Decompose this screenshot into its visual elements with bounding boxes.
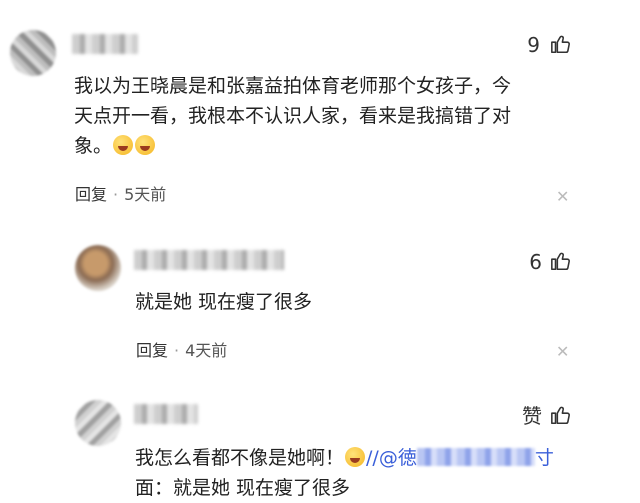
avatar[interactable] [75, 400, 121, 446]
reply-button[interactable]: 回复 [136, 341, 168, 360]
grinning-squinting-face-icon [135, 135, 156, 155]
comment-text-line: 象。 [74, 135, 113, 157]
like-count: 9 [527, 33, 540, 57]
mention-blurred [416, 448, 535, 466]
comment-text-line: 我以为王晓晨是和张嘉益拍体育老师那个女孩子，今 [74, 75, 512, 97]
thumbs-up-icon[interactable] [550, 33, 572, 55]
close-icon[interactable]: ✕ [556, 343, 569, 361]
comment-text: 我怎么看都不像是她啊！ //@徳寸 面：就是她 现在瘦了很多 [135, 443, 625, 503]
separator-dot: · [174, 341, 180, 360]
comment-meta: 回复 · 4天前 [136, 340, 227, 362]
grinning-squinting-face-icon [113, 135, 134, 155]
username-blurred[interactable] [134, 404, 198, 424]
reply-button[interactable]: 回复 [75, 185, 107, 204]
close-icon[interactable]: ✕ [556, 188, 569, 206]
quoted-text: 面：就是她 现在瘦了很多 [135, 477, 351, 499]
thumbs-up-icon[interactable] [550, 250, 572, 272]
comment-text-main: 我怎么看都不像是她啊！ [135, 447, 345, 469]
like-count: 6 [529, 250, 542, 274]
repost-prefix[interactable]: //@ [366, 447, 398, 469]
timestamp: 5天前 [124, 185, 167, 204]
grinning-squinting-face-icon [345, 447, 366, 467]
thumbs-up-icon[interactable] [550, 404, 572, 426]
timestamp: 4天前 [185, 341, 228, 360]
like-label: 赞 [522, 404, 542, 428]
avatar[interactable] [75, 245, 121, 291]
comment-text: 我以为王晓晨是和张嘉益拍体育老师那个女孩子，今 天点开一看，我根本不认识人家，看… [74, 71, 594, 161]
username-blurred[interactable] [134, 250, 284, 270]
comment-text-line: 天点开一看，我根本不认识人家，看来是我搞错了对 [74, 105, 512, 127]
comment-meta: 回复 · 5天前 [75, 184, 166, 206]
mention-link[interactable]: 徳寸 [398, 447, 554, 469]
separator-dot: · [113, 185, 119, 204]
username-blurred[interactable] [72, 34, 138, 54]
avatar[interactable] [10, 30, 56, 76]
comment-text: 就是她 现在瘦了很多 [135, 291, 313, 313]
